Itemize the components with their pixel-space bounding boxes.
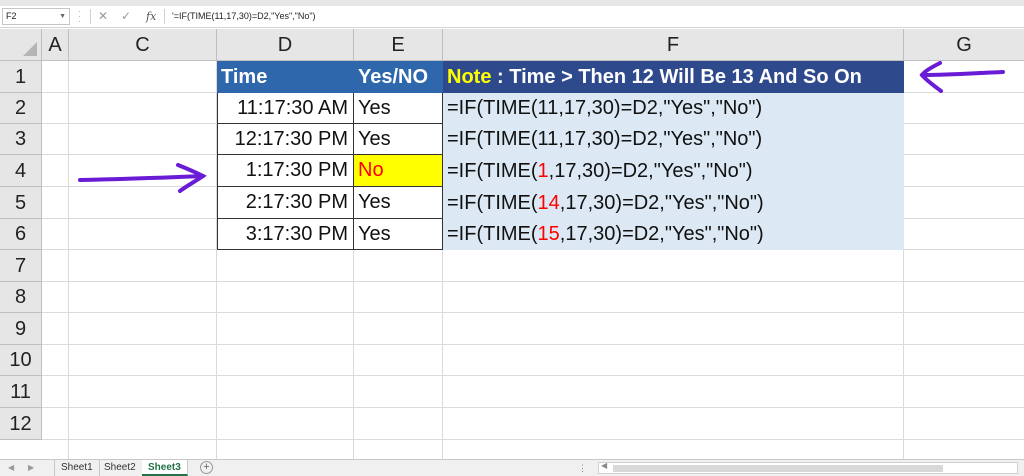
name-box-dropdown-icon[interactable]: ▼ [59,9,66,24]
name-box[interactable]: F2 ▼ [2,8,70,25]
formula-bar-divider [90,9,91,24]
sheet-tab-2[interactable]: Sheet2 [98,460,143,476]
cancel-icon[interactable]: ✕ [98,9,108,24]
scrollbar-thumb[interactable] [613,465,943,472]
formula-input[interactable]: '=IF(TIME(11,17,30)=D2,"Yes","No") [172,9,316,24]
horizontal-scrollbar[interactable]: ◀ [598,461,1018,474]
annotation-arrows [78,61,1005,193]
enter-icon[interactable]: ✓ [121,9,131,24]
formula-bar: F2 ▼ · · · ✕ ✓ fx '=IF(TIME(11,17,30)=D2,"… [0,6,1024,28]
name-box-value: F2 [6,11,17,21]
formula-bar-divider [164,9,165,24]
scroll-tabs-left-icon[interactable]: ◀ [8,461,14,475]
formula-bar-grip-icon[interactable]: · · · [78,8,84,26]
scroll-tabs-right-icon[interactable]: ▶ [28,461,34,475]
add-sheet-icon[interactable]: + [200,461,213,474]
scroll-left-icon[interactable]: ◀ [601,461,607,470]
sheet-tab-1[interactable]: Sheet1 [54,460,100,476]
tab-splitter-icon[interactable]: ⋮ [578,461,587,475]
arrow-pointing-to-g1-icon [919,61,1005,93]
worksheet-grid[interactable]: A C D E F G 1 2 3 4 5 6 7 8 9 10 11 12 T… [0,29,1024,459]
arrow-pointing-to-row-4-icon [78,163,207,193]
insert-function-icon[interactable]: fx [146,9,156,24]
sheet-tab-3[interactable]: Sheet3 [142,460,188,476]
sheet-tab-bar: ◀ ▶ Sheet1 Sheet2 Sheet3 + ⋮ ◀ [0,459,1024,476]
